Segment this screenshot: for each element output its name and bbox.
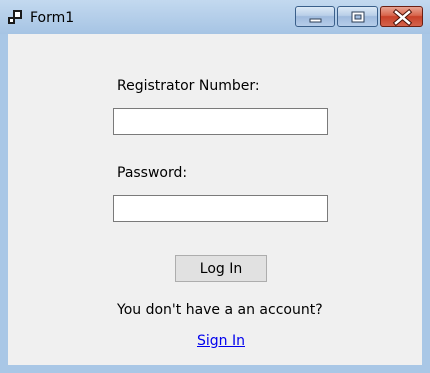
form1-window: Form1 Registrator Number: Password: Log … <box>0 0 430 373</box>
password-input[interactable] <box>113 195 328 222</box>
app-windows-icon[interactable] <box>8 9 22 24</box>
login-button[interactable]: Log In <box>175 255 267 282</box>
registrator-number-input[interactable] <box>113 108 328 135</box>
close-icon <box>392 8 413 27</box>
title-bar[interactable]: Form1 <box>0 0 430 34</box>
sign-in-link[interactable]: Sign In <box>197 332 245 350</box>
form-client-area: Registrator Number: Password: Log In You… <box>8 34 422 365</box>
window-title: Form1 <box>30 10 75 26</box>
registrator-number-label: Registrator Number: <box>117 78 260 94</box>
close-button[interactable] <box>380 6 423 27</box>
maximize-icon <box>351 11 365 23</box>
no-account-text: You don't have a an account? <box>117 302 323 318</box>
password-label: Password: <box>117 165 188 181</box>
maximize-button[interactable] <box>337 6 378 27</box>
minimize-icon <box>309 18 322 23</box>
minimize-button[interactable] <box>295 6 335 27</box>
